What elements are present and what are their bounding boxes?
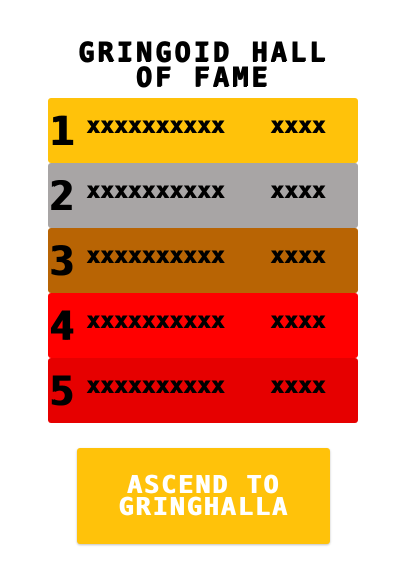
ascend-button-label: ASCEND TO GRINGHALLA <box>118 472 289 521</box>
leaderboard-row-1: 1 xxxxxxxxxx xxxx <box>48 98 358 163</box>
player-name: xxxxxxxxxx <box>86 178 225 204</box>
leaderboard-row-2: 2 xxxxxxxxxx xxxx <box>48 163 358 228</box>
rank-number: 2 <box>49 174 74 220</box>
leaderboard-row-3: 3 xxxxxxxxxx xxxx <box>48 228 358 293</box>
player-name: xxxxxxxxxx <box>86 373 225 399</box>
player-name: xxxxxxxxxx <box>86 113 225 139</box>
player-name: xxxxxxxxxx <box>86 308 225 334</box>
leaderboard-row-4: 4 xxxxxxxxxx xxxx <box>48 293 358 358</box>
player-score: xxxx <box>270 373 326 399</box>
leaderboard: 1 xxxxxxxxxx xxxx 2 xxxxxxxxxx xxxx 3 xx… <box>48 98 358 423</box>
player-name: xxxxxxxxxx <box>86 243 225 269</box>
player-score: xxxx <box>270 113 326 139</box>
rank-number: 3 <box>49 239 74 285</box>
page-title: GRINGOID HALL OF FAME <box>0 39 406 93</box>
rank-number: 4 <box>49 304 74 350</box>
player-score: xxxx <box>270 243 326 269</box>
ascend-button-label-line-2: GRINGHALLA <box>118 492 289 521</box>
player-score: xxxx <box>270 308 326 334</box>
rank-number: 1 <box>49 109 74 155</box>
page-title-line-2: OF FAME <box>135 62 271 93</box>
player-score: xxxx <box>270 178 326 204</box>
ascend-button[interactable]: ASCEND TO GRINGHALLA <box>77 448 330 544</box>
leaderboard-row-5: 5 xxxxxxxxxx xxxx <box>48 358 358 423</box>
rank-number: 5 <box>49 369 74 415</box>
